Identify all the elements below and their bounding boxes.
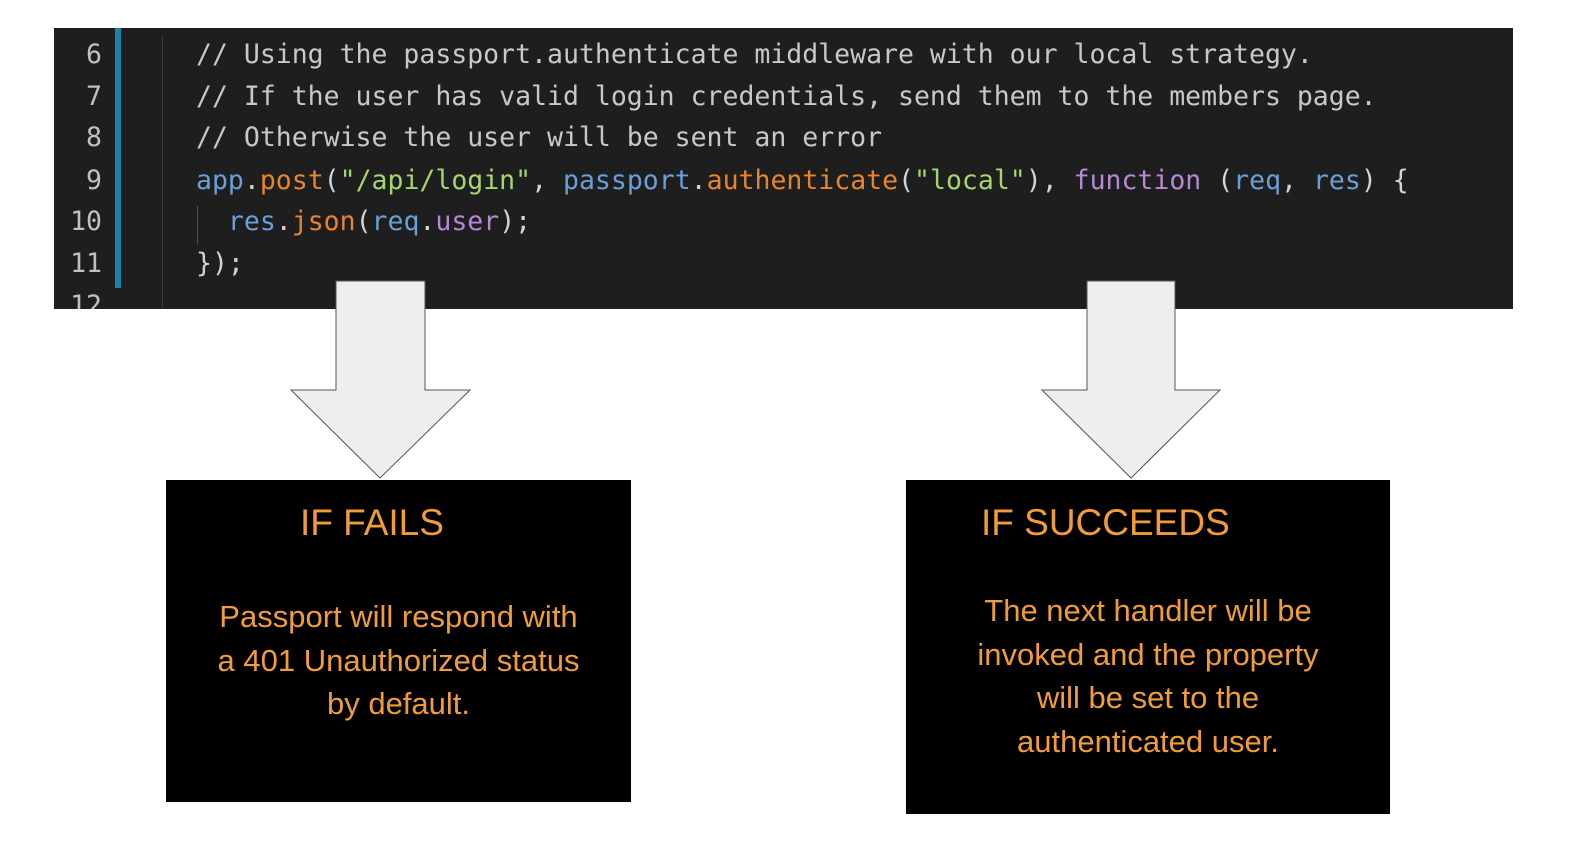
fail-description: Passport will respond with a 401 Unautho… [166, 595, 631, 726]
success-description: The next handler will be invoked and the… [906, 589, 1390, 763]
success-description-line: authenticated user. [1017, 723, 1279, 759]
fail-description-line: a 401 Unauthorized status [217, 642, 580, 678]
fail-title: IF FAILS [300, 502, 444, 543]
success-title: IF SUCCEEDS [981, 502, 1230, 543]
fail-box: IF FAILS Passport will respond with a 40… [166, 480, 631, 802]
success-box: IF SUCCEEDS The next handler will be inv… [906, 480, 1390, 814]
down-arrow-success [1040, 280, 1222, 479]
success-description-line: invoked and the property [977, 636, 1319, 672]
fail-description-line: by default. [326, 686, 471, 721]
fail-description-line: Passport will respond with [219, 599, 578, 634]
down-arrow-fail [289, 280, 472, 479]
success-description-line: will be set to the [1036, 680, 1260, 715]
success-description-line: The next handler will be [984, 593, 1312, 628]
